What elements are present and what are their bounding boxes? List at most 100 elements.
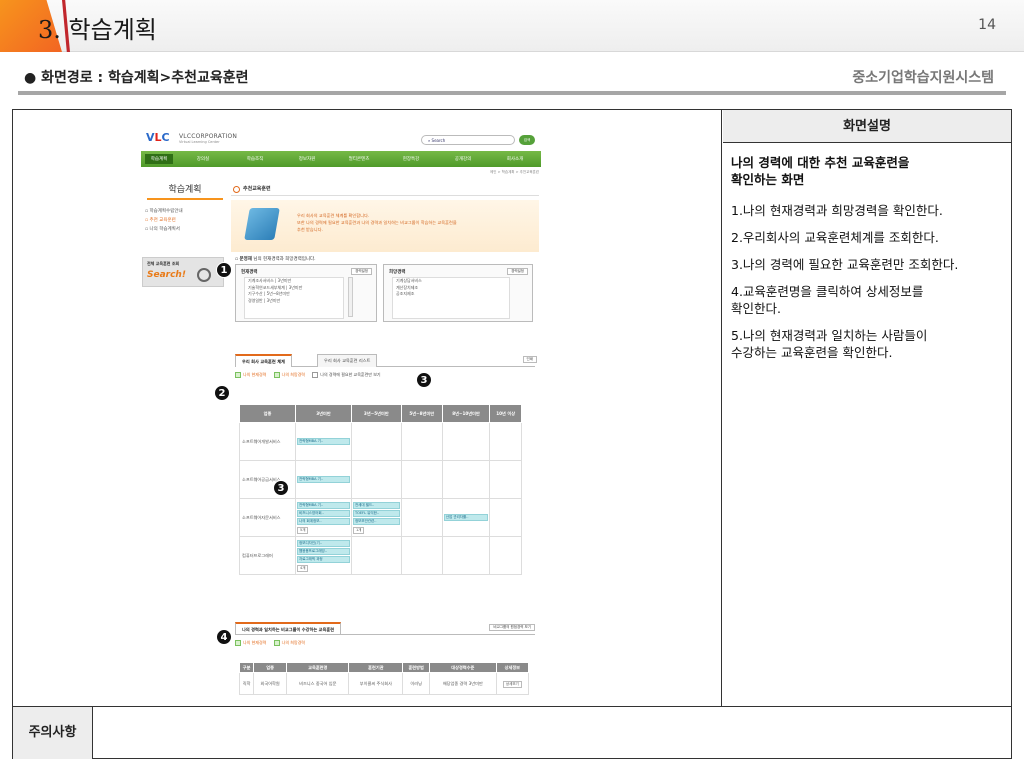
slide: 3. 학습계획 14 ● 화면경로 : 학습계획>추천교육훈련 중소기업학습지원… xyxy=(0,0,1024,768)
sidebar-title: 학습계획 xyxy=(147,182,223,200)
banner-word: Search! xyxy=(147,270,186,280)
tab-list[interactable]: 우리 회사 교육훈련 리스트 xyxy=(317,354,378,367)
table-row: 소프트웨어개발서비스 전략형MBA 기.. xyxy=(239,422,522,461)
check-needed-only[interactable]: 나의 경력에 필요한 교육훈련만 보기 xyxy=(312,372,380,378)
training-chip[interactable]: 전략형MBA 기.. xyxy=(297,476,350,483)
table-cell: 직학 xyxy=(238,672,255,695)
filter-checks: 나의 현재경력 나의 희망경력 나의 경력에 필요한 교육훈련만 보기 xyxy=(235,372,387,378)
list-item: 공조지제조 xyxy=(396,291,415,296)
slide-title: 3. 학습계획 xyxy=(38,16,157,44)
spec-table: VLC VLCCORPORATION Virtual Learning Cent… xyxy=(12,109,1012,759)
intro-box: 우리 회사의 교육훈련 체계를 확인합니다. 또한 나의 경력에 필요한 교육훈… xyxy=(231,200,539,252)
grid-cell: 정보디자인(기.. 웹응용프로그래밍.. 자료그래픽 과정 4개 xyxy=(295,536,352,575)
nav-item[interactable]: 공개강의 xyxy=(437,156,489,162)
nav-item[interactable]: 멀티콘텐츠 xyxy=(333,156,385,162)
nav-item[interactable]: 현장특강 xyxy=(385,156,437,162)
training-chip[interactable]: 전략형MBA 기.. xyxy=(297,438,350,445)
system-name: 중소기업학습지원시스템 xyxy=(852,70,994,86)
table-cell: 이러닝 xyxy=(402,672,430,695)
more-button[interactable]: 1개 xyxy=(352,527,365,534)
hope-career-list[interactable]: 기계상담서비스 계산장치제조 공조지제조 xyxy=(392,277,510,319)
column-header: 상세정보 xyxy=(495,662,530,673)
divider xyxy=(18,91,1006,95)
grid-cell: 전략형MBA 기.. 비즈니스영어회.. 나의 회계정보.. 5개 xyxy=(295,498,352,537)
breadcrumb: 메인 > 학습계획 > 추천교육훈련 xyxy=(490,170,539,174)
column-header: 업종 xyxy=(253,662,288,673)
description-item: 4.교육훈련명을 클릭하여 상세정보를 확인한다. xyxy=(731,284,924,316)
description-item: 5.나의 현재경력과 일치하는 사람들이 수강하는 교육훈련을 확인한다. xyxy=(731,328,928,360)
training-chip[interactable]: 전략형MBA 기.. xyxy=(297,502,350,509)
main-content: 추천교육훈련 우리 회사의 교육훈련 체계를 확인합니다. 또한 나의 경력에 … xyxy=(231,182,541,695)
detail-button[interactable]: 상세보기 xyxy=(502,680,522,688)
table-row: 소프트웨어자문서비스 전략형MBA 기.. 비즈니스영어회.. 나의 회계정보.… xyxy=(239,498,522,537)
web-screenshot: VLC VLCCORPORATION Virtual Learning Cent… xyxy=(141,126,541,695)
print-button[interactable]: 인쇄 xyxy=(522,356,537,363)
search-banner[interactable]: 전체 교육훈련 조회 Search! xyxy=(142,257,224,287)
description-lead: 나의 경력에 대한 추천 교육훈련을 확인하는 화면 xyxy=(731,155,910,187)
check-hope[interactable]: 나의 희망경력 xyxy=(274,640,305,646)
sidebar-item[interactable]: ▫ 나의 학습계획서 xyxy=(145,226,180,232)
grid-cell: 전략형MBA 기.. xyxy=(295,422,352,461)
description-body: 나의 경력에 대한 추천 교육훈련을 확인하는 화면 1.나의 현재경력과 희망… xyxy=(731,154,1013,371)
training-chip[interactable]: 정보보안관련.. xyxy=(352,518,400,525)
top-nav: 학습계획 강의실 학습조직 정보자원 멀티콘텐츠 현장특강 공개강의 회사소개 xyxy=(141,151,541,167)
search-button[interactable]: 검색 xyxy=(519,135,535,145)
current-career-title: 현재경력 xyxy=(241,270,258,275)
career-setting-button[interactable]: 경력설정 xyxy=(351,268,372,275)
tab-system[interactable]: 우리 회사 교육훈련 체계 xyxy=(235,354,292,367)
table-row: 컴퓨터프로그래머 정보디자인(기.. 웹응용프로그래밍.. 자료그래픽 과정 4… xyxy=(239,536,522,575)
nav-item[interactable]: 학습계획 xyxy=(145,154,173,164)
tab-bar: 우리 회사 교육훈련 체계 우리 회사 교육훈련 리스트 xyxy=(235,354,535,367)
nav-item[interactable]: 강의실 xyxy=(177,156,229,162)
callout-badge-1: 1 xyxy=(216,262,232,278)
callout-badge-2: 2 xyxy=(214,385,230,401)
training-chip[interactable]: 자료그래픽 과정 xyxy=(297,556,350,563)
column-header: 교육훈련명 xyxy=(286,662,350,673)
training-chip[interactable]: 산업 관리자를.. xyxy=(443,514,489,521)
check-current[interactable]: 나의 현재경력 xyxy=(235,372,266,378)
nav-item[interactable]: 정보자원 xyxy=(281,156,333,162)
column-header: 구분 xyxy=(238,662,255,673)
description-item: 1.나의 현재경력과 희망경력을 확인한다. xyxy=(731,203,943,218)
training-chip[interactable]: 정보디자인(기.. xyxy=(297,540,350,547)
table-cell: 상세보기 xyxy=(495,672,530,695)
hope-career-box: 희망경력 경력설정 기계상담서비스 계산장치제조 공조지제조 xyxy=(383,264,533,322)
column-header: 훈련기관 xyxy=(348,662,404,673)
grid-header: 5년~8년미만 xyxy=(400,404,443,423)
more-button[interactable]: 5개 xyxy=(297,527,309,534)
grid-category: 소프트웨어개발서비스 xyxy=(239,422,296,461)
peer-filter-checks: 나의 현재경력 나의 희망경력 xyxy=(235,640,311,646)
callout-badge-3: 3 xyxy=(416,372,432,388)
sidebar-item-active[interactable]: ▫ 추천 교육훈련 xyxy=(145,217,176,223)
screenshot-cell: VLC VLCCORPORATION Virtual Learning Cent… xyxy=(13,110,722,706)
table-cell: 부이클씨 주식회사 xyxy=(348,672,404,695)
notes-row: 주의사항 xyxy=(13,706,1011,759)
more-button[interactable]: 4개 xyxy=(297,565,309,572)
training-chip[interactable]: 웹응용프로그래밍.. xyxy=(297,548,350,555)
training-chip[interactable]: TOEFL 유익한.. xyxy=(352,510,400,517)
current-career-list[interactable]: 기계조사서비스 | 3년미만 기술혁연코드세부체계 | 3년미만 기구수산 | … xyxy=(244,277,344,319)
sidebar-item[interactable]: ▫ 학습계획수립안내 xyxy=(145,208,183,214)
banner-title: 전체 교육훈련 조회 xyxy=(147,261,180,266)
scrollbar[interactable] xyxy=(348,277,353,317)
training-chip[interactable]: 나의 회계정보.. xyxy=(297,518,350,525)
search-input[interactable]: ⌕ Search xyxy=(421,135,515,145)
grid-header: 3년~5년미만 xyxy=(350,404,402,423)
page-title: 추천교육훈련 xyxy=(231,182,539,196)
training-chip[interactable]: 전세대 필드.. xyxy=(352,502,400,509)
corp-name: VLCCORPORATION xyxy=(179,133,238,140)
grid-category: 소프트웨어자문서비스 xyxy=(239,498,296,537)
table-row: 직학 외국어학원 비즈니스 중국어 입문 부이클씨 주식회사 이러닝 해당업종 … xyxy=(238,672,530,695)
magnifier-icon xyxy=(197,268,211,282)
check-current[interactable]: 나의 현재경력 xyxy=(235,640,266,646)
current-career-box: 현재경력 경력설정 기계조사서비스 | 3년미만 기술혁연코드세부체계 | 3년… xyxy=(235,264,377,322)
nav-item[interactable]: 회사소개 xyxy=(489,156,541,162)
training-name-link[interactable]: 비즈니스 중국어 입문 xyxy=(286,672,350,695)
peer-career-button[interactable]: 비교그룹의 원점경력 보기 xyxy=(489,624,535,631)
grid-header: 8년~10년미만 xyxy=(441,404,491,423)
grid-cell: 전략형MBA 기.. xyxy=(295,460,352,499)
nav-item[interactable]: 학습조직 xyxy=(229,156,281,162)
check-hope[interactable]: 나의 희망경력 xyxy=(274,372,305,378)
training-chip[interactable]: 비즈니스영어회.. xyxy=(297,510,350,517)
career-setting-button[interactable]: 경력설정 xyxy=(507,268,528,275)
